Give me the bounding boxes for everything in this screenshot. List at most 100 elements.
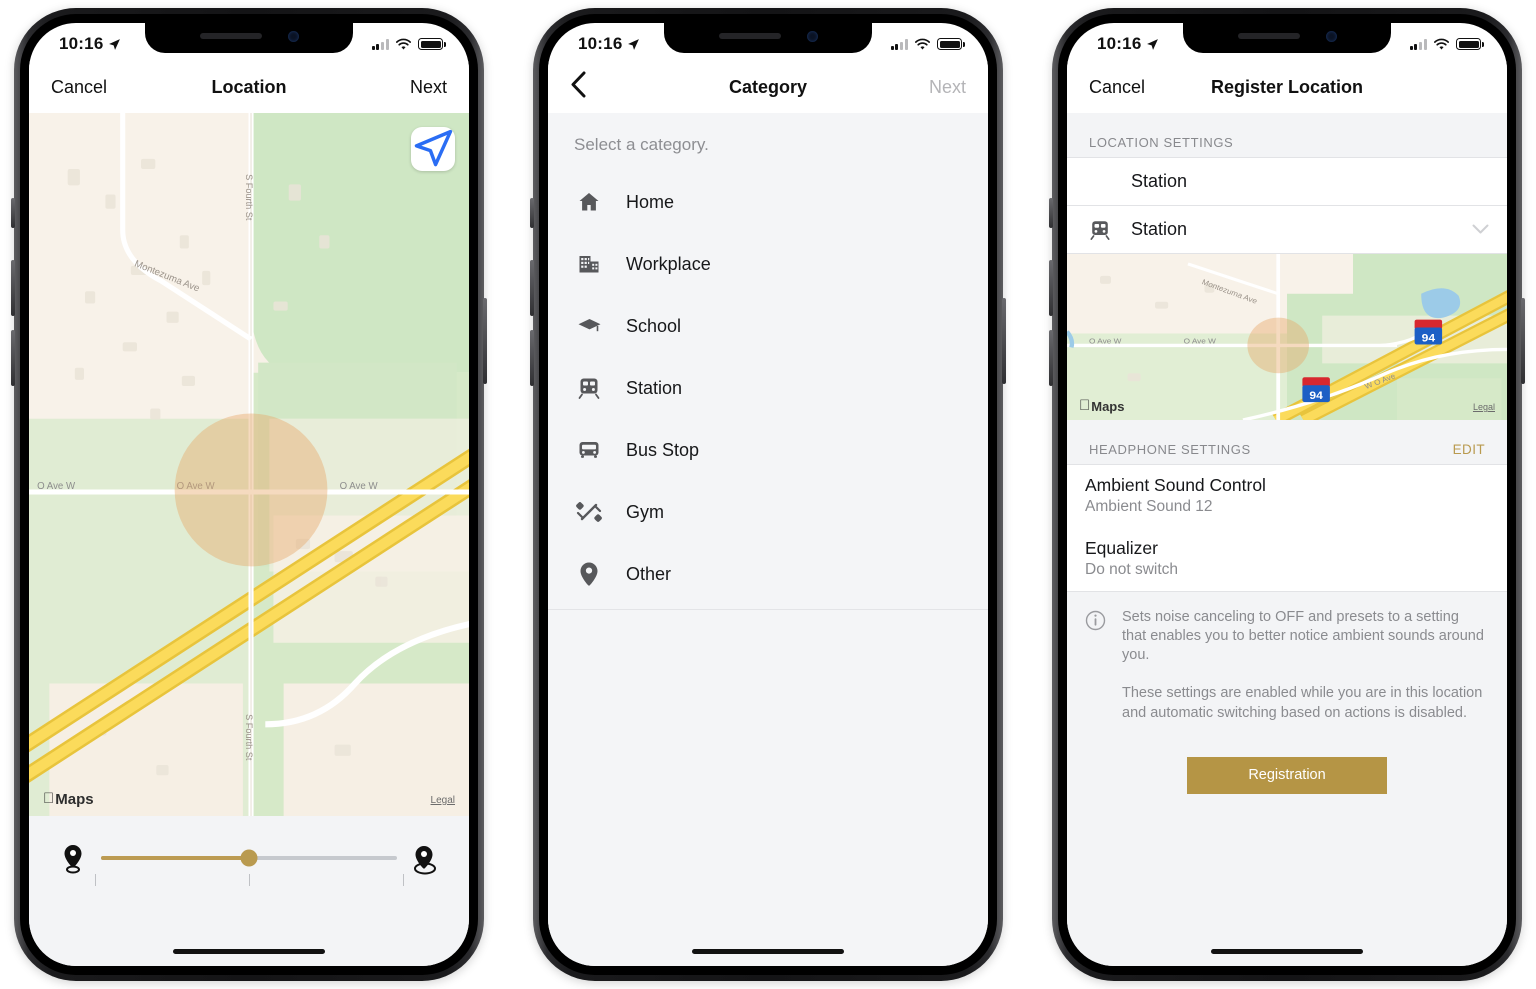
phone-device-location: 10:16 Cancel Location Next S Fourth St S… bbox=[11, 8, 487, 981]
home-indicator bbox=[692, 949, 844, 954]
screen-location: 10:16 Cancel Location Next S Fourth St S… bbox=[29, 23, 469, 966]
list-item[interactable]: Bus Stop bbox=[548, 419, 988, 481]
slider-track[interactable] bbox=[101, 849, 397, 867]
list-item-label: School bbox=[626, 315, 682, 336]
wifi-icon bbox=[1433, 38, 1450, 50]
mini-map-canvas: Montezuma Ave O Ave W O Ave W W O Ave 94 bbox=[1067, 254, 1507, 420]
mini-map-view[interactable]: Montezuma Ave O Ave W O Ave W W O Ave 94 bbox=[1067, 253, 1507, 420]
list-item[interactable]: Other bbox=[548, 543, 988, 605]
status-time: 10:16 bbox=[59, 34, 104, 53]
large-radius-icon bbox=[403, 844, 447, 876]
pin-large-icon bbox=[414, 846, 436, 875]
map-view[interactable]: S Fourth St S Fourth St Montezuma Ave O … bbox=[29, 113, 469, 816]
list-item[interactable]: Workplace bbox=[548, 233, 988, 295]
screenshot-root: 10:16 Cancel Location Next S Fourth St S… bbox=[0, 0, 1536, 989]
office-building-icon bbox=[574, 252, 604, 276]
battery-icon bbox=[1456, 38, 1484, 50]
slider-thumb[interactable] bbox=[240, 849, 258, 867]
info-note-text: Sets noise canceling to OFF and presets … bbox=[1122, 608, 1485, 723]
nav-bar-register: Cancel Register Location bbox=[1067, 61, 1507, 113]
status-icons bbox=[371, 38, 446, 51]
maps-attribution:  Maps bbox=[43, 791, 94, 808]
list-item[interactable]: Station bbox=[548, 357, 988, 419]
nav-bar-category: Category Next bbox=[548, 61, 988, 113]
mute-switch bbox=[11, 198, 15, 228]
front-camera bbox=[1325, 30, 1337, 42]
setting-subtitle: Do not switch bbox=[1085, 561, 1179, 578]
svg-text:94: 94 bbox=[1422, 333, 1436, 344]
cellular-bars-icon bbox=[371, 38, 389, 50]
battery-icon bbox=[418, 38, 446, 50]
setting-row[interactable]: Equalizer Do not switch bbox=[1067, 528, 1507, 591]
screen-register: 10:16 Cancel Register Location LOCATION … bbox=[1067, 23, 1507, 966]
volume-down-button bbox=[11, 330, 15, 386]
map-pin-icon bbox=[574, 561, 604, 587]
radius-slider[interactable] bbox=[95, 844, 405, 886]
train-icon bbox=[574, 376, 604, 400]
location-name-cell[interactable]: Station bbox=[1067, 157, 1507, 205]
svg-text:O Ave W: O Ave W bbox=[340, 481, 379, 492]
front-camera bbox=[806, 30, 818, 42]
svg-text:O Ave W: O Ave W bbox=[37, 481, 76, 492]
list-separator bbox=[548, 609, 988, 610]
earpiece-speaker bbox=[199, 33, 262, 39]
battery-icon bbox=[937, 38, 965, 50]
cancel-button[interactable]: Cancel bbox=[1089, 77, 1181, 98]
location-name-value: Station bbox=[1131, 171, 1188, 191]
slider-fill bbox=[101, 856, 249, 860]
volume-up-button bbox=[530, 260, 534, 316]
wifi-icon bbox=[395, 38, 412, 50]
volume-up-button bbox=[1049, 260, 1053, 316]
page-title: Location bbox=[211, 76, 287, 97]
setting-row[interactable]: Ambient Sound Control Ambient Sound 12 bbox=[1067, 465, 1507, 528]
earpiece-speaker bbox=[718, 33, 781, 39]
page-title: Register Location bbox=[1210, 76, 1364, 97]
cancel-button[interactable]: Cancel bbox=[51, 77, 143, 98]
legal-link[interactable]: Legal bbox=[1473, 402, 1495, 412]
list-item[interactable]: Home bbox=[548, 171, 988, 233]
back-button[interactable] bbox=[570, 71, 662, 103]
svg-text:S Fourth St: S Fourth St bbox=[244, 714, 254, 761]
location-arrow-icon bbox=[109, 38, 121, 50]
next-button[interactable]: Next bbox=[874, 77, 966, 98]
svg-text:O Ave W: O Ave W bbox=[1089, 337, 1122, 346]
power-button bbox=[1521, 298, 1525, 384]
register-body: LOCATION SETTINGS Station Station Montez… bbox=[1067, 113, 1507, 966]
svg-text:O Ave W: O Ave W bbox=[1184, 337, 1217, 346]
location-category-cell[interactable]: Station bbox=[1067, 205, 1507, 253]
list-item-label: Station bbox=[626, 377, 683, 398]
next-button[interactable]: Next bbox=[355, 77, 447, 98]
maps-attribution:  Maps bbox=[1079, 398, 1124, 414]
notch bbox=[145, 23, 353, 53]
status-icons bbox=[890, 38, 965, 51]
small-radius-icon bbox=[51, 844, 95, 874]
highway-shield: 94 bbox=[1302, 377, 1330, 403]
list-item-label: Bus Stop bbox=[626, 439, 700, 460]
apple-logo-icon:  bbox=[43, 791, 54, 806]
location-arrow-icon bbox=[628, 38, 640, 50]
train-icon bbox=[1085, 219, 1115, 241]
mute-switch bbox=[530, 198, 534, 228]
category-body: Select a category. Home Workplace School… bbox=[548, 113, 988, 966]
list-item-label: Home bbox=[626, 191, 675, 212]
info-paragraph-1: Sets noise canceling to OFF and presets … bbox=[1122, 609, 1484, 664]
dumbbell-icon bbox=[574, 499, 604, 525]
chevron-down-icon[interactable] bbox=[1472, 222, 1489, 238]
info-note: Sets noise canceling to OFF and presets … bbox=[1067, 591, 1507, 733]
edit-button[interactable]: EDIT bbox=[1453, 442, 1485, 457]
locate-me-button[interactable] bbox=[411, 127, 455, 171]
list-item[interactable]: School bbox=[548, 295, 988, 357]
list-item[interactable]: Gym bbox=[548, 481, 988, 543]
status-time: 10:16 bbox=[578, 34, 623, 53]
registration-button[interactable]: Registration bbox=[1187, 756, 1387, 794]
map-canvas: S Fourth St S Fourth St Montezuma Ave O … bbox=[29, 113, 469, 816]
phone-bezel: 10:16 bbox=[20, 14, 478, 975]
cellular-bars-icon bbox=[1409, 38, 1427, 50]
volume-up-button bbox=[11, 260, 15, 316]
bus-icon bbox=[574, 438, 604, 462]
category-hint: Select a category. bbox=[574, 135, 709, 154]
location-arrow-icon bbox=[1147, 38, 1159, 50]
legal-link[interactable]: Legal bbox=[431, 795, 455, 806]
cellular-bars-icon bbox=[890, 38, 908, 50]
phone-device-category: 10:16 Category Next Select a category. H… bbox=[530, 8, 1006, 981]
